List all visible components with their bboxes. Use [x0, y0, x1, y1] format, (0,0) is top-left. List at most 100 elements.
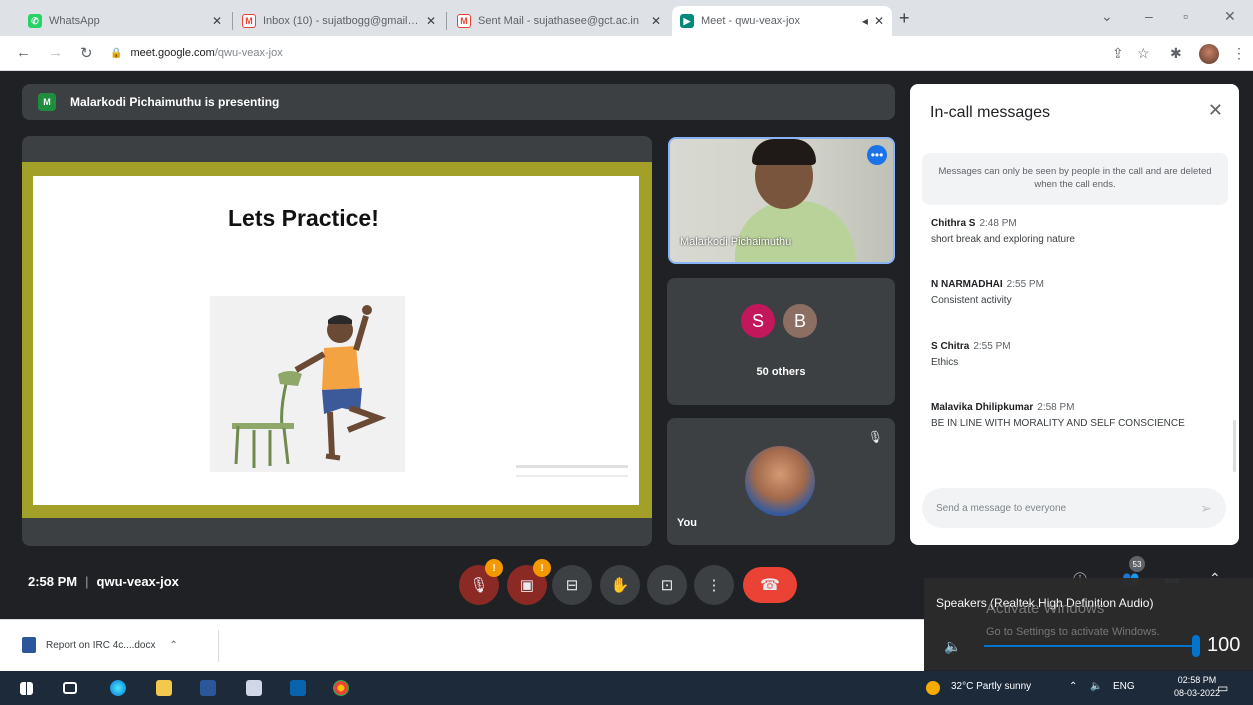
mute-tab-icon[interactable]: ◂ — [862, 14, 868, 28]
send-icon[interactable]: ➢ — [1200, 500, 1212, 517]
start-icon[interactable] — [20, 682, 33, 695]
mic-off-icon: 🎙 — [469, 577, 489, 594]
meeting-code: qwu-veax-jox — [96, 574, 179, 589]
mic-muted-icon: 🎙 — [867, 430, 883, 444]
message-time: 2:58 PM — [1037, 402, 1075, 413]
url-domain: meet.google.com — [130, 47, 215, 59]
close-window-button[interactable]: ✕ — [1224, 8, 1236, 25]
message-sender: Chithra S — [931, 218, 976, 229]
chat-message: Chithra S 2:48 PM short break and explori… — [931, 218, 1211, 247]
more-options-icon[interactable]: ••• — [867, 145, 887, 165]
volume-tray-icon[interactable]: 🔈 — [1090, 681, 1102, 692]
download-item[interactable]: Report on IRC 4c....docx ⌃ — [22, 637, 178, 653]
divider — [218, 630, 219, 662]
profile-avatar[interactable] — [1199, 44, 1219, 64]
back-icon[interactable]: ← — [16, 44, 31, 61]
edge-icon[interactable] — [110, 680, 126, 696]
tab-gmail-inbox[interactable]: M Inbox (10) - sujatbogg@gmail.com ✕ — [234, 6, 444, 36]
chat-input[interactable]: Send a message to everyone ➢ — [922, 488, 1226, 528]
system-clock[interactable]: 02:58 PM 08-03-2022 — [1174, 674, 1220, 700]
chat-scrollbar[interactable] — [1233, 420, 1236, 472]
reload-icon[interactable]: ↻ — [80, 44, 93, 62]
message-time: 2:55 PM — [1006, 279, 1044, 290]
minimize-button[interactable]: – — [1145, 8, 1153, 24]
message-time: 2:55 PM — [973, 341, 1011, 352]
close-tab-icon[interactable]: ✕ — [874, 14, 884, 28]
extensions-icon[interactable]: ✱ — [1170, 45, 1182, 62]
others-count: 50 others — [756, 366, 806, 378]
presenting-text: Malarkodi Pichaimuthu is presenting — [70, 95, 280, 109]
presenter-video-tile[interactable]: Malarkodi Pichaimuthu ••• — [668, 137, 895, 264]
file-explorer-icon[interactable] — [156, 680, 172, 696]
close-tab-icon[interactable]: ✕ — [426, 14, 436, 28]
forward-icon[interactable]: → — [48, 44, 63, 61]
presenting-banner: M Malarkodi Pichaimuthu is presenting — [22, 84, 895, 120]
close-tab-icon[interactable]: ✕ — [651, 14, 661, 28]
message-text: short break and exploring nature — [931, 234, 1075, 245]
weather-text[interactable]: 32°C Partly sunny — [951, 681, 1031, 692]
message-text: Consistent activity — [931, 295, 1012, 306]
activate-windows-subtext: Go to Settings to activate Windows. — [986, 626, 1160, 638]
captions-button[interactable]: ⊟ — [552, 565, 592, 605]
downloads-bar: Report on IRC 4c....docx ⌃ — [0, 619, 924, 671]
tab-search-icon[interactable]: ⌄ — [1101, 8, 1113, 25]
warning-badge: ! — [533, 559, 551, 577]
chat-message: Malavika Dhilipkumar 2:58 PM BE IN LINE W… — [931, 402, 1211, 431]
tab-divider — [232, 12, 233, 30]
close-icon[interactable]: ✕ — [1208, 100, 1223, 121]
volume-value: 100 — [1207, 634, 1241, 656]
hand-icon: ✋ — [610, 577, 630, 594]
volume-slider-thumb[interactable] — [1192, 635, 1200, 657]
tab-divider — [446, 12, 447, 30]
tab-meet[interactable]: ▶ Meet - qwu-veax-jox ◂ ✕ — [672, 6, 892, 36]
word-icon[interactable] — [200, 680, 216, 696]
more-options-button[interactable]: ⋮ — [694, 565, 734, 605]
clock-date: 08-03-2022 — [1174, 688, 1221, 698]
mic-toggle-button[interactable]: 🎙 ! — [459, 559, 503, 605]
speaker-icon[interactable]: 🔈 — [944, 638, 961, 655]
tab-gmail-sent[interactable]: M Sent Mail - sujathasee@gct.ac.in ✕ — [449, 6, 669, 36]
meeting-details: 2:58 PM | qwu-veax-jox — [28, 574, 179, 589]
avatar: B — [781, 302, 819, 340]
tab-title: Inbox (10) - sujatbogg@gmail.com — [263, 15, 420, 27]
url-path: /qwu-veax-jox — [214, 47, 283, 59]
slide-illustration — [210, 296, 405, 472]
panel-title: In-call messages — [930, 104, 1051, 121]
message-sender: S Chitra — [931, 341, 970, 352]
tray-chevron-icon[interactable]: ⌃ — [1069, 681, 1077, 692]
language-indicator[interactable]: ENG — [1113, 681, 1135, 692]
close-tab-icon[interactable]: ✕ — [212, 14, 222, 28]
chevron-up-icon[interactable]: ⌃ — [170, 640, 178, 651]
tab-whatsapp[interactable]: ✆ WhatsApp ✕ — [20, 6, 230, 36]
avatar: S — [739, 302, 777, 340]
chrome-icon[interactable] — [333, 680, 349, 696]
chat-message: N NARMADHAI 2:55 PM Consistent activity — [931, 279, 1211, 308]
boy-chair-illustration — [232, 305, 387, 468]
share-icon[interactable]: ⇪ — [1112, 45, 1124, 62]
app-icon[interactable] — [246, 680, 262, 696]
self-label: You — [677, 517, 697, 529]
new-tab-button[interactable]: + — [899, 8, 910, 29]
others-tile[interactable]: S B 50 others — [667, 278, 895, 405]
message-time: 2:48 PM — [979, 218, 1017, 229]
gmail-icon: M — [457, 14, 471, 28]
maximize-button[interactable]: ▫ — [1183, 8, 1188, 24]
bookmark-star-icon[interactable]: ☆ — [1137, 45, 1150, 62]
slide-footer-line — [516, 475, 628, 477]
self-tile[interactable]: You 🎙 — [667, 418, 895, 545]
camera-toggle-button[interactable]: ▣ ! — [507, 559, 551, 605]
present-now-button[interactable]: ⊡ — [647, 565, 687, 605]
teams-icon[interactable] — [290, 680, 306, 696]
chat-message: S Chitra 2:55 PM Ethics — [931, 341, 1211, 370]
address-bar[interactable]: 🔒 meet.google.com/qwu-veax-jox — [110, 41, 1110, 65]
menu-kebab-icon[interactable]: ⋮ — [1232, 45, 1246, 62]
presenter-avatar: M — [38, 93, 56, 111]
gmail-icon: M — [242, 14, 256, 28]
raise-hand-button[interactable]: ✋ — [600, 565, 640, 605]
volume-slider[interactable] — [984, 645, 1196, 647]
download-filename: Report on IRC 4c....docx — [46, 639, 156, 651]
task-view-icon[interactable] — [63, 682, 77, 694]
leave-call-button[interactable]: ☎ — [743, 567, 797, 603]
volume-flyout: Speakers (Realtek High Definition Audio)… — [924, 578, 1253, 670]
weather-icon[interactable] — [926, 681, 940, 695]
